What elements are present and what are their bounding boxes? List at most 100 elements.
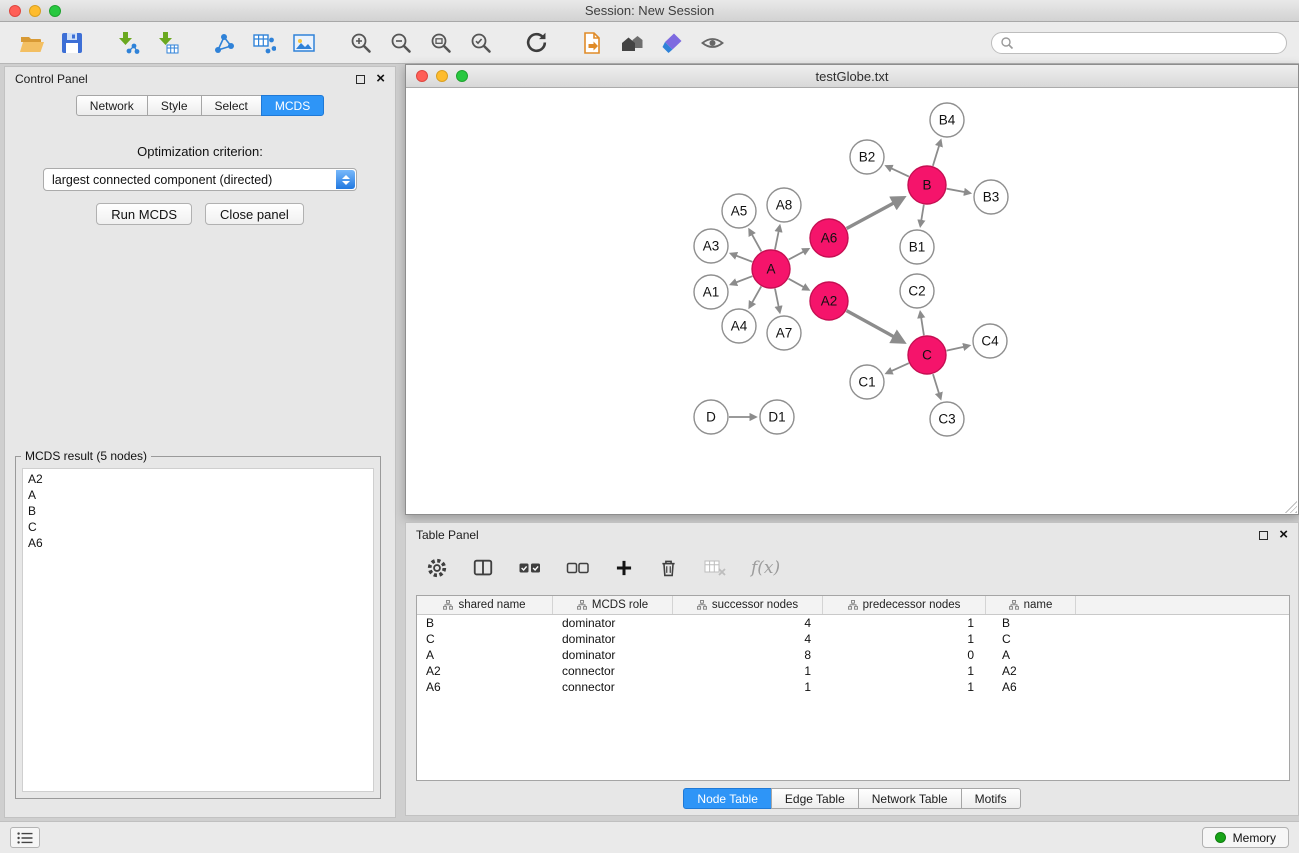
table-row[interactable]: Adominator80A xyxy=(417,647,1289,663)
home-view-button[interactable] xyxy=(612,26,652,60)
node-A6[interactable]: A6 xyxy=(810,219,848,257)
edge-B-B2[interactable] xyxy=(887,166,909,176)
edge-A-A7[interactable] xyxy=(775,289,780,312)
edge-A-A6[interactable] xyxy=(789,249,808,259)
node-B2[interactable]: B2 xyxy=(850,140,884,174)
close-table-panel-icon[interactable]: × xyxy=(1279,529,1288,541)
table-row[interactable]: A2connector11A2 xyxy=(417,663,1289,679)
tab-node-table[interactable]: Node Table xyxy=(683,788,772,809)
new-table-button[interactable] xyxy=(244,26,284,60)
mcds-result-item[interactable]: B xyxy=(28,503,368,519)
node-A3[interactable]: A3 xyxy=(694,229,728,263)
style-brush-button[interactable] xyxy=(652,26,692,60)
node-C3[interactable]: C3 xyxy=(930,402,964,436)
edge-C-C2[interactable] xyxy=(920,312,924,335)
node-A7[interactable]: A7 xyxy=(767,316,801,350)
zoom-out-button[interactable] xyxy=(380,26,420,60)
node-D1[interactable]: D1 xyxy=(760,400,794,434)
close-panel-button[interactable]: Close panel xyxy=(205,203,304,225)
new-network-button[interactable] xyxy=(204,26,244,60)
run-mcds-button[interactable]: Run MCDS xyxy=(96,203,192,225)
node-C[interactable]: C xyxy=(908,336,946,374)
node-A1[interactable]: A1 xyxy=(694,275,728,309)
delete-table-button[interactable] xyxy=(703,558,727,578)
edge-A-A2[interactable] xyxy=(789,279,809,290)
node-B4[interactable]: B4 xyxy=(930,103,964,137)
node-A4[interactable]: A4 xyxy=(722,309,756,343)
edge-A-A5[interactable] xyxy=(749,230,761,252)
memory-button[interactable]: Memory xyxy=(1202,827,1289,848)
zoom-fit-button[interactable] xyxy=(420,26,460,60)
mcds-result-item[interactable]: C xyxy=(28,519,368,535)
task-history-button[interactable] xyxy=(10,827,40,848)
close-window-button[interactable] xyxy=(9,5,21,17)
maximize-window-button[interactable] xyxy=(49,5,61,17)
tab-motifs[interactable]: Motifs xyxy=(961,788,1021,809)
table-row[interactable]: Cdominator41C xyxy=(417,631,1289,647)
column-header-MCDS-role[interactable]: MCDS role xyxy=(553,596,673,614)
node-A2[interactable]: A2 xyxy=(810,282,848,320)
network-maximize-button[interactable] xyxy=(456,70,468,82)
network-minimize-button[interactable] xyxy=(436,70,448,82)
import-network-file-button[interactable] xyxy=(108,26,148,60)
node-A5[interactable]: A5 xyxy=(722,194,756,228)
column-header-name[interactable]: name xyxy=(986,596,1076,614)
node-C4[interactable]: C4 xyxy=(973,324,1007,358)
table-row[interactable]: Bdominator41B xyxy=(417,615,1289,631)
node-B3[interactable]: B3 xyxy=(974,180,1008,214)
node-C2[interactable]: C2 xyxy=(900,274,934,308)
edge-B-B1[interactable] xyxy=(920,205,923,226)
open-session-button[interactable] xyxy=(12,26,52,60)
edge-B-B4[interactable] xyxy=(933,141,941,166)
edge-A-A8[interactable] xyxy=(775,226,780,249)
node-D[interactable]: D xyxy=(694,400,728,434)
edge-A-A3[interactable] xyxy=(731,254,752,262)
node-C1[interactable]: C1 xyxy=(850,365,884,399)
column-visibility-button[interactable] xyxy=(472,557,494,579)
edge-A-A4[interactable] xyxy=(750,286,762,307)
search-input[interactable] xyxy=(991,32,1287,54)
float-table-panel-icon[interactable] xyxy=(1259,531,1268,540)
add-row-button[interactable] xyxy=(614,558,634,578)
refresh-styles-button[interactable] xyxy=(516,26,556,60)
edge-C-C1[interactable] xyxy=(887,363,909,373)
zoom-selected-button[interactable] xyxy=(460,26,500,60)
tab-network[interactable]: Network xyxy=(76,95,148,116)
select-all-button[interactable] xyxy=(518,558,542,578)
node-B1[interactable]: B1 xyxy=(900,230,934,264)
open-recent-button[interactable] xyxy=(572,26,612,60)
show-hide-button[interactable] xyxy=(692,26,732,60)
zoom-in-button[interactable] xyxy=(340,26,380,60)
resize-grip[interactable] xyxy=(1285,501,1297,513)
mcds-result-item[interactable]: A xyxy=(28,487,368,503)
import-table-file-button[interactable] xyxy=(148,26,188,60)
network-window-titlebar[interactable]: testGlobe.txt xyxy=(406,65,1298,88)
mcds-result-item[interactable]: A6 xyxy=(28,535,368,551)
float-panel-icon[interactable] xyxy=(356,75,365,84)
node-A8[interactable]: A8 xyxy=(767,188,801,222)
tab-network-table[interactable]: Network Table xyxy=(858,788,962,809)
column-header-successor-nodes[interactable]: successor nodes xyxy=(673,596,823,614)
edge-A2-C[interactable] xyxy=(847,311,903,342)
network-close-button[interactable] xyxy=(416,70,428,82)
tab-edge-table[interactable]: Edge Table xyxy=(771,788,859,809)
node-A[interactable]: A xyxy=(752,250,790,288)
edge-C-C3[interactable] xyxy=(933,374,941,398)
edge-B-B3[interactable] xyxy=(947,189,970,193)
edge-A6-B[interactable] xyxy=(847,198,903,228)
close-panel-icon[interactable]: × xyxy=(376,73,385,85)
unselect-all-button[interactable] xyxy=(566,558,590,578)
table-settings-button[interactable] xyxy=(426,557,448,579)
table-row[interactable]: A6connector11A6 xyxy=(417,679,1289,695)
tab-mcds[interactable]: MCDS xyxy=(261,95,324,116)
tab-select[interactable]: Select xyxy=(201,95,262,116)
mcds-result-item[interactable]: A2 xyxy=(28,471,368,487)
column-header-shared-name[interactable]: shared name xyxy=(417,596,553,614)
delete-rows-button[interactable] xyxy=(658,557,679,579)
column-header-predecessor-nodes[interactable]: predecessor nodes xyxy=(823,596,986,614)
save-session-button[interactable] xyxy=(52,26,92,60)
function-builder-button[interactable]: f(x) xyxy=(751,558,780,578)
minimize-window-button[interactable] xyxy=(29,5,41,17)
export-image-button[interactable] xyxy=(284,26,324,60)
mcds-result-list[interactable]: A2ABCA6 xyxy=(22,468,374,792)
